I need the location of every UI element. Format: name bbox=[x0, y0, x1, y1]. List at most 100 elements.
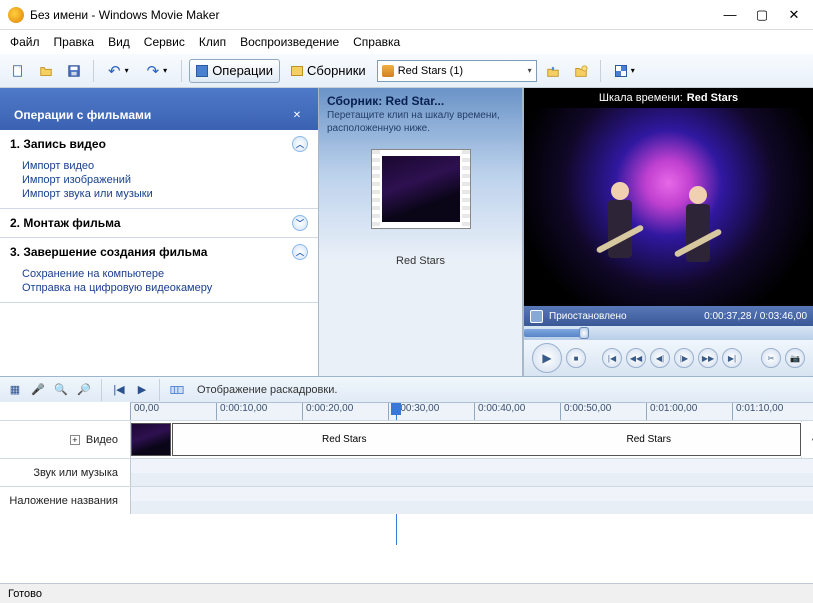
view-mode-button[interactable]: ▾ bbox=[608, 59, 642, 83]
preview-statusbar: Приостановлено 0:00:37,28 / 0:03:46,00 bbox=[524, 306, 813, 326]
open-button[interactable] bbox=[34, 59, 58, 83]
app-icon bbox=[8, 7, 24, 23]
timeline-view-button[interactable]: ▦ bbox=[6, 381, 24, 399]
video-track-content[interactable]: Red Stars Red Stars bbox=[130, 421, 813, 458]
timeline-clip[interactable] bbox=[131, 423, 171, 456]
stop-button[interactable]: ■ bbox=[566, 348, 586, 368]
minimize-button[interactable]: — bbox=[723, 8, 737, 22]
up-level-button[interactable] bbox=[541, 59, 565, 83]
task-heading-label: 2. Монтаж фильма bbox=[10, 216, 121, 230]
menubar: Файл Правка Вид Сервис Клип Воспроизведе… bbox=[0, 30, 813, 54]
preview-pane: Шкала времени: Red Stars Приостановлено … bbox=[523, 88, 813, 376]
tasks-pane: Операции с фильмами ✕ 1. Запись видео ︿ … bbox=[0, 88, 318, 376]
ruler-tick: 0:00:20,00 bbox=[302, 403, 353, 420]
menu-edit[interactable]: Правка bbox=[54, 35, 95, 49]
close-button[interactable]: ✕ bbox=[787, 8, 801, 22]
seek-knob[interactable] bbox=[579, 327, 589, 339]
timeline-clip[interactable]: Red Stars Red Stars bbox=[172, 423, 801, 456]
import-pictures-link[interactable]: Импорт изображений bbox=[22, 174, 308, 186]
operations-button[interactable]: Операции bbox=[189, 59, 280, 83]
timeline-tracks: + Видео Red Stars Red Stars Звук или муз… bbox=[0, 420, 813, 514]
import-audio-link[interactable]: Импорт звука или музыки bbox=[22, 188, 308, 200]
zoom-in-button[interactable]: 🔎 bbox=[75, 381, 93, 399]
task-heading-finish[interactable]: 3. Завершение создания фильма ︿ bbox=[0, 238, 318, 266]
prev-clip-button[interactable]: |◀ bbox=[602, 348, 622, 368]
ruler-tick: 00,00 bbox=[130, 403, 159, 420]
frame-fwd-button[interactable]: |▶ bbox=[674, 348, 694, 368]
seekbar[interactable] bbox=[524, 326, 813, 340]
collections-label: Сборники bbox=[307, 63, 366, 78]
expand-icon[interactable]: + bbox=[70, 435, 80, 445]
rewind-button[interactable]: ◀◀ bbox=[626, 348, 646, 368]
audio-track: Звук или музыка bbox=[0, 458, 813, 486]
preview-label: Шкала времени: bbox=[599, 92, 683, 104]
chevron-down-icon: ▾ bbox=[528, 66, 532, 75]
redo-button[interactable]: ↷ ▾ bbox=[140, 59, 175, 83]
timeline-rewind-button[interactable]: |◀ bbox=[110, 381, 128, 399]
preview-video[interactable] bbox=[524, 108, 813, 306]
tasks-header: Операции с фильмами ✕ bbox=[0, 88, 318, 130]
send-dv-camera-link[interactable]: Отправка на цифровую видеокамеру bbox=[22, 282, 308, 294]
save-button[interactable] bbox=[62, 59, 86, 83]
forward-button[interactable]: ▶▶ bbox=[698, 348, 718, 368]
collections-button[interactable]: Сборники bbox=[284, 59, 373, 83]
playback-controls: ▶ ■ |◀ ◀◀ ◀| |▶ ▶▶ ▶| ✂ 📷 bbox=[524, 340, 813, 376]
menu-help[interactable]: Справка bbox=[353, 35, 400, 49]
new-folder-button[interactable] bbox=[569, 59, 593, 83]
timeline-play-button[interactable]: ▶ bbox=[133, 381, 151, 399]
task-heading-label: 1. Запись видео bbox=[10, 137, 106, 151]
redo-icon: ↷ bbox=[147, 62, 160, 80]
tasks-close-button[interactable]: ✕ bbox=[290, 108, 304, 122]
clip-label: Red Stars bbox=[322, 434, 366, 445]
menu-playback[interactable]: Воспроизведение bbox=[240, 35, 339, 49]
statusbar: Готово bbox=[0, 583, 813, 603]
play-button[interactable]: ▶ bbox=[532, 343, 562, 373]
title-track: Наложение названия bbox=[0, 486, 813, 514]
tasks-title: Операции с фильмами bbox=[14, 108, 151, 122]
tasks-icon bbox=[196, 65, 208, 77]
save-computer-link[interactable]: Сохранение на компьютере bbox=[22, 268, 308, 280]
collection-clip[interactable]: Red Stars bbox=[371, 149, 471, 267]
menu-file[interactable]: Файл bbox=[10, 35, 40, 49]
new-file-icon bbox=[11, 64, 25, 78]
audio-levels-button[interactable]: 🔍 bbox=[52, 381, 70, 399]
task-heading-capture[interactable]: 1. Запись видео ︿ bbox=[0, 130, 318, 158]
menu-service[interactable]: Сервис bbox=[144, 35, 185, 49]
next-clip-button[interactable]: ▶| bbox=[722, 348, 742, 368]
clip-name: Red Stars bbox=[371, 255, 471, 267]
task-heading-label: 3. Завершение создания фильма bbox=[10, 245, 207, 259]
ruler-tick: 0:01:00,00 bbox=[646, 403, 697, 420]
new-button[interactable] bbox=[6, 59, 30, 83]
maximize-button[interactable]: ▢ bbox=[755, 8, 769, 22]
audio-track-content[interactable] bbox=[130, 459, 813, 486]
import-video-link[interactable]: Импорт видео bbox=[22, 160, 308, 172]
video-track-label: Видео bbox=[86, 434, 118, 446]
operations-label: Операции bbox=[212, 63, 273, 78]
frame-back-button[interactable]: ◀| bbox=[650, 348, 670, 368]
chevron-up-icon: ︿ bbox=[292, 244, 308, 260]
storyboard-toggle-button[interactable] bbox=[168, 381, 186, 399]
narrate-button[interactable]: 🎤 bbox=[29, 381, 47, 399]
window-title: Без имени - Windows Movie Maker bbox=[30, 8, 723, 22]
storyboard-icon bbox=[170, 383, 184, 397]
title-track-content[interactable] bbox=[130, 487, 813, 514]
combo-value: Red Stars (1) bbox=[398, 65, 463, 77]
clip-end-marker bbox=[801, 421, 813, 458]
chevron-down-icon: ﹀ bbox=[292, 215, 308, 231]
timeline-ruler[interactable]: 00,00 0:00:10,00 0:00:20,00 0:00:30,00 0… bbox=[130, 402, 813, 420]
title-track-label: Наложение названия bbox=[0, 487, 130, 514]
task-section-capture: 1. Запись видео ︿ Импорт видео Импорт из… bbox=[0, 130, 318, 209]
folder-up-icon bbox=[546, 64, 560, 78]
menu-view[interactable]: Вид bbox=[108, 35, 130, 49]
collection-combo[interactable]: Red Stars (1) ▾ bbox=[377, 60, 537, 82]
task-heading-edit[interactable]: 2. Монтаж фильма ﹀ bbox=[0, 209, 318, 237]
snapshot-button[interactable]: 📷 bbox=[785, 348, 805, 368]
new-folder-icon bbox=[574, 64, 588, 78]
menu-clip[interactable]: Клип bbox=[199, 35, 226, 49]
ruler-tick: 0:00:50,00 bbox=[560, 403, 611, 420]
clip-label: Red Stars bbox=[627, 434, 671, 445]
split-button[interactable]: ✂ bbox=[761, 348, 781, 368]
toolbar: ↶ ▾ ↷ ▾ Операции Сборники Red Stars (1) … bbox=[0, 54, 813, 88]
undo-button[interactable]: ↶ ▾ bbox=[101, 59, 136, 83]
monitor-icon bbox=[530, 310, 543, 323]
